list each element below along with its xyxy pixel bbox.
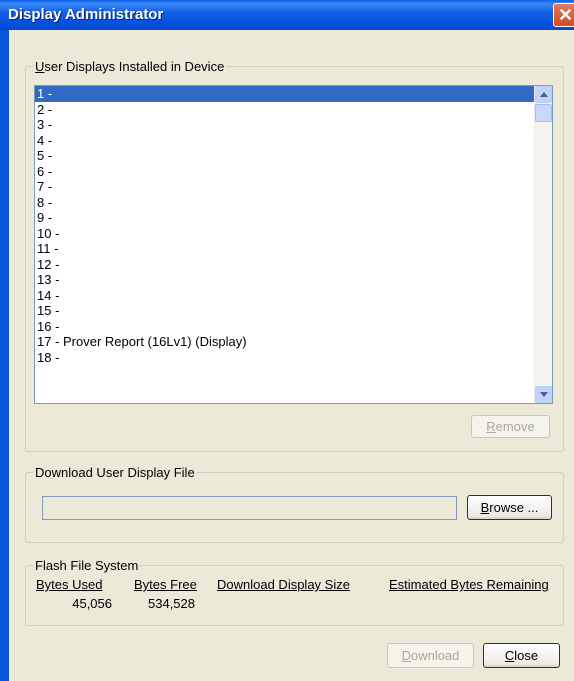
list-item[interactable]: 3 - (35, 117, 552, 133)
bytes-free-header: Bytes Free (134, 577, 197, 592)
close-window-button[interactable]: ✕ (553, 3, 574, 27)
bytes-used-header: Bytes Used (36, 577, 103, 592)
list-item[interactable]: 11 - (35, 241, 552, 257)
flash-file-system-group-label: Flash File System (33, 558, 141, 573)
chevron-up-icon (540, 92, 548, 97)
remove-button[interactable]: Remove (471, 415, 550, 438)
list-item[interactable]: 18 - (35, 350, 552, 366)
close-icon: ✕ (558, 5, 574, 25)
list-item[interactable]: 12 - (35, 257, 552, 273)
scroll-up-button[interactable] (535, 86, 552, 103)
list-item[interactable]: 9 - (35, 210, 552, 226)
list-item[interactable]: 5 - (35, 148, 552, 164)
chevron-down-icon (540, 392, 548, 397)
list-item[interactable]: 14 - (35, 288, 552, 304)
download-file-group-label: Download User Display File (33, 465, 197, 480)
list-item[interactable]: 13 - (35, 272, 552, 288)
list-item[interactable]: 1 - (35, 86, 535, 102)
list-item[interactable]: 10 - (35, 226, 552, 242)
installed-displays-group-label: User Displays Installed in Device (33, 59, 227, 74)
window-title: Display Administrator (8, 6, 164, 23)
scroll-thumb[interactable] (535, 104, 552, 122)
list-item[interactable]: 2 - (35, 102, 552, 118)
list-item[interactable]: 4 - (35, 133, 552, 149)
list-item[interactable]: 7 - (35, 179, 552, 195)
display-file-path-field[interactable] (42, 496, 457, 520)
list-vertical-scrollbar[interactable] (534, 86, 552, 403)
title-bar[interactable]: Display Administrator ✕ (0, 0, 574, 30)
list-item[interactable]: 16 - (35, 319, 552, 335)
list-item[interactable]: 6 - (35, 164, 552, 180)
download-display-size-header: Download Display Size (217, 577, 350, 592)
scroll-down-button[interactable] (535, 386, 552, 403)
list-item[interactable]: 17 - Prover Report (16Lv1) (Display) (35, 334, 552, 350)
list-item[interactable]: 15 - (35, 303, 552, 319)
close-button[interactable]: Close (483, 643, 560, 668)
list-item[interactable]: 8 - (35, 195, 552, 211)
estimated-bytes-remaining-header: Estimated Bytes Remaining (389, 577, 549, 592)
bytes-free-value: 534,528 (148, 596, 195, 611)
browse-button[interactable]: Browse ... (467, 495, 552, 520)
installed-displays-list[interactable]: 1 -2 -3 -4 -5 -6 -7 -8 -9 -10 -11 -12 -1… (34, 85, 553, 404)
download-button[interactable]: Download (387, 643, 474, 668)
